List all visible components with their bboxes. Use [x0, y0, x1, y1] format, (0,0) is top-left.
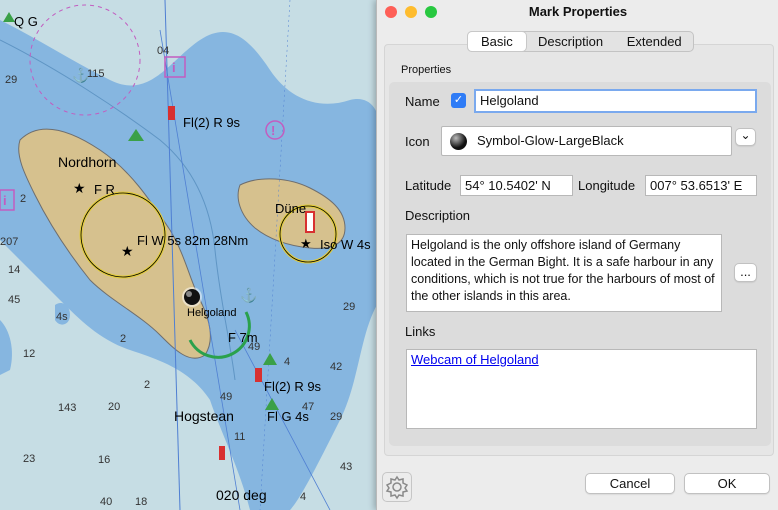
large-black-glow-icon: [450, 133, 467, 150]
dialog-title: Mark Properties: [528, 4, 628, 19]
svg-text:!: !: [271, 123, 275, 138]
svg-text:40: 40: [100, 496, 112, 508]
svg-text:4s: 4s: [56, 311, 68, 323]
properties-group-label: Properties: [401, 64, 452, 76]
tab-bar: Basic Description Extended: [467, 31, 694, 52]
gear-icon: [385, 475, 409, 500]
label-helgoland[interactable]: Helgoland: [187, 307, 237, 319]
svg-text:16: 16: [98, 454, 110, 466]
longitude-input[interactable]: 007° 53.6513' E: [645, 175, 757, 196]
svg-text:4: 4: [284, 356, 290, 368]
tab-description[interactable]: Description: [526, 32, 616, 51]
name-input[interactable]: Helgoland: [474, 89, 757, 113]
svg-text:115: 115: [87, 68, 105, 80]
svg-text:2: 2: [120, 333, 126, 345]
label-fl2r9s-bottom: Fl(2) R 9s: [264, 379, 322, 394]
icon-dropdown-button[interactable]: ⌄: [735, 128, 756, 146]
svg-text:12: 12: [23, 348, 35, 360]
svg-text:★: ★: [73, 180, 86, 196]
svg-text:45: 45: [8, 294, 20, 306]
svg-text:2: 2: [20, 193, 26, 205]
svg-text:⚓: ⚓: [240, 287, 257, 304]
svg-text:47: 47: [302, 401, 314, 413]
description-textarea[interactable]: Helgoland is the only offshore island of…: [406, 234, 722, 312]
svg-text:18: 18: [135, 496, 147, 508]
svg-text:42: 42: [330, 361, 342, 373]
svg-text:43: 43: [340, 461, 352, 473]
svg-text:14: 14: [8, 264, 20, 276]
svg-text:04: 04: [157, 45, 169, 57]
mark-properties-dialog: Mark Properties Basic Description Extend…: [376, 0, 778, 510]
icon-select[interactable]: Symbol-Glow-LargeBlack: [441, 126, 732, 156]
tab-extended[interactable]: Extended: [615, 32, 693, 51]
link-webcam[interactable]: Webcam of Helgoland: [411, 352, 539, 367]
ok-button[interactable]: OK: [684, 473, 770, 494]
label-fl2r9s-top: Fl(2) R 9s: [183, 115, 241, 130]
latitude-label: Latitude: [405, 178, 452, 193]
svg-text:49: 49: [248, 341, 260, 353]
label-heading: 020 deg: [216, 487, 267, 503]
links-label: Links: [405, 324, 436, 339]
links-list: Webcam of Helgoland: [406, 349, 757, 429]
svg-text:23: 23: [23, 453, 35, 465]
svg-text:49: 49: [220, 391, 232, 403]
longitude-label: Longitude: [578, 178, 636, 193]
label-flw5s: Fl W 5s 82m 28Nm: [137, 233, 248, 248]
svg-text:2: 2: [144, 379, 150, 391]
label-isow4s: Iso W 4s: [320, 237, 371, 252]
name-label: Name: [405, 94, 440, 109]
latitude-input[interactable]: 54° 10.5402' N: [460, 175, 573, 196]
svg-text:20: 20: [108, 401, 120, 413]
svg-text:29: 29: [330, 411, 342, 423]
svg-text:4: 4: [300, 491, 306, 503]
edit-description-button[interactable]: ...: [734, 263, 757, 282]
svg-text:★: ★: [121, 243, 134, 259]
tab-basic[interactable]: Basic: [468, 32, 526, 51]
svg-text:i: i: [3, 193, 7, 208]
icon-select-value: Symbol-Glow-LargeBlack: [477, 133, 624, 148]
label-hogstean: Hogstean: [174, 408, 234, 424]
settings-gear-button[interactable]: [382, 472, 412, 502]
label-fr: F R: [94, 182, 115, 197]
svg-text:i: i: [172, 60, 176, 75]
svg-text:11: 11: [234, 431, 245, 443]
svg-text:29: 29: [343, 301, 355, 313]
description-label: Description: [405, 208, 471, 223]
svg-text:29: 29: [5, 74, 17, 86]
svg-text:143: 143: [58, 402, 76, 414]
label-duene: Düne: [275, 201, 306, 216]
icon-label: Icon: [405, 134, 430, 149]
svg-text:★: ★: [300, 236, 312, 251]
svg-text:207: 207: [0, 236, 18, 248]
label-qg: Q G: [14, 14, 38, 29]
cancel-button[interactable]: Cancel: [585, 473, 675, 494]
label-nordhorn: Nordhorn: [58, 154, 116, 170]
show-name-checkbox[interactable]: ✓: [451, 93, 466, 108]
